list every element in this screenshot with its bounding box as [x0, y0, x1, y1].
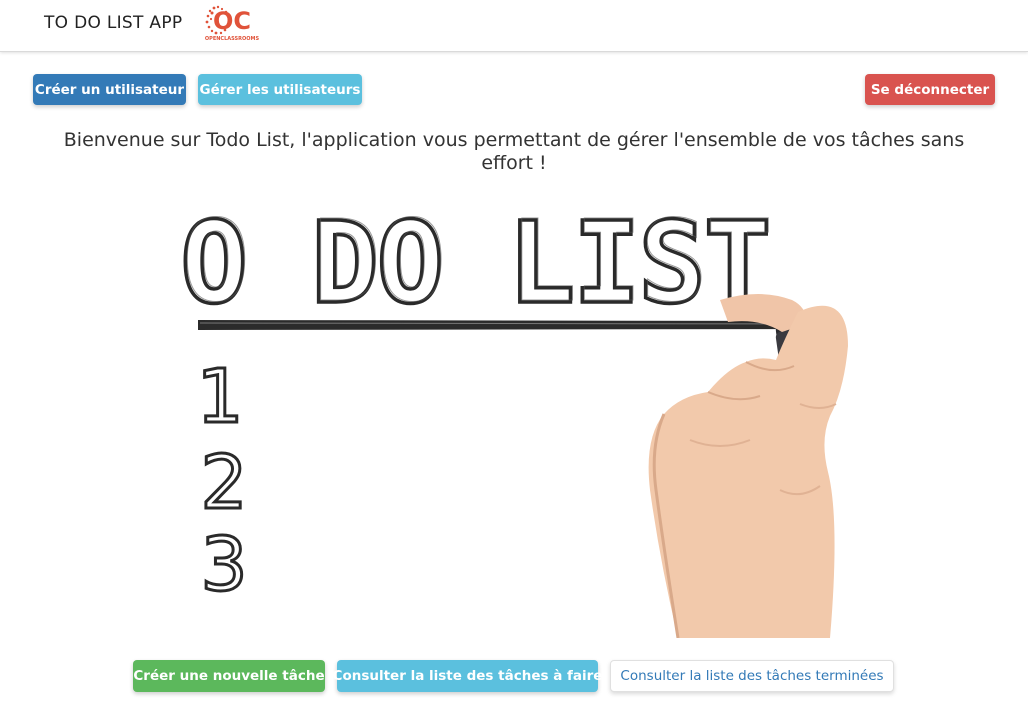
hero-number-1: 1 [196, 354, 243, 440]
manage-users-button[interactable]: Gérer les utilisateurs [198, 74, 362, 105]
hero-title-sketch: TO DO LIST [180, 197, 771, 327]
welcome-message: Bienvenue sur Todo List, l'application v… [63, 129, 965, 174]
openclassrooms-logo-icon[interactable]: OC OPENCLASSROOMS [202, 3, 262, 43]
navbar: TO DO LIST APP OC OPENCLASSROOMS [0, 0, 1028, 52]
todo-list-hero-image: TO DO LIST TO DO LIST 1 2 3 [180, 197, 848, 638]
create-task-button[interactable]: Créer une nouvelle tâche [133, 660, 325, 692]
create-user-button[interactable]: Créer un utilisateur [33, 74, 186, 105]
hand-marker-icon [648, 294, 848, 638]
hero-number-3: 3 [200, 522, 247, 608]
done-list-button[interactable]: Consulter la liste des tâches terminées [610, 660, 894, 692]
logout-button[interactable]: Se déconnecter [865, 74, 995, 105]
logo-text: OPENCLASSROOMS [205, 36, 260, 42]
app-brand[interactable]: TO DO LIST APP [44, 13, 182, 33]
todo-list-button[interactable]: Consulter la liste des tâches à faire [333, 660, 602, 692]
hero-number-2: 2 [200, 440, 247, 526]
logo-mark: OC [213, 7, 251, 35]
